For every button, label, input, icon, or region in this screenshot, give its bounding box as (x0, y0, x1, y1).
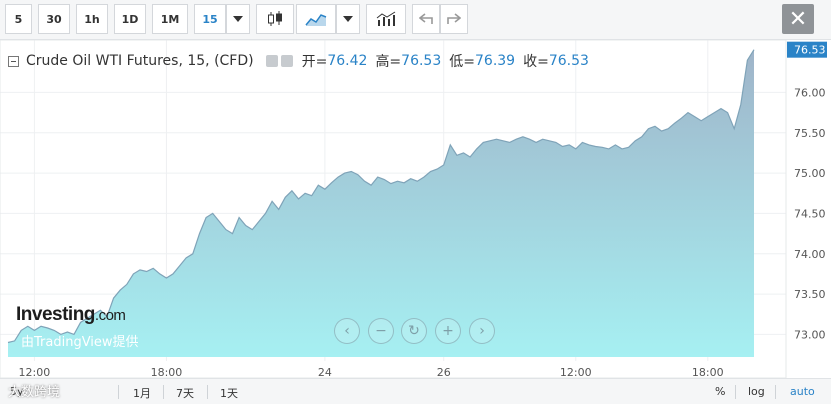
log-scale-button[interactable]: log (748, 385, 765, 398)
collapse-legend-button[interactable] (8, 55, 19, 67)
interval-1h-button[interactable]: 1h (76, 4, 108, 34)
scroll-right-button[interactable]: › (469, 318, 495, 344)
candles-style-button[interactable] (256, 4, 294, 34)
candlestick-icon (268, 11, 282, 26)
y-tick-label: 76.00 (794, 86, 826, 99)
undo-button[interactable] (412, 4, 440, 34)
redo-button[interactable] (440, 4, 468, 34)
reset-chart-button[interactable]: ↻ (401, 318, 427, 344)
chart-toolbar: 5 30 1h 1D 1M 15 ✕ (0, 0, 831, 40)
undo-icon (419, 13, 433, 24)
chevron-down-icon (343, 16, 353, 22)
x-tick-label: 26 (437, 366, 451, 378)
y-tick-label: 74.00 (794, 248, 826, 261)
interval-dropdown-button[interactable] (226, 4, 250, 34)
logo-suffix-text: .com (94, 307, 126, 324)
interval-15-button[interactable]: 15 (194, 4, 226, 34)
close-label: 收= (523, 54, 549, 70)
style-dropdown-button[interactable] (336, 4, 360, 34)
y-tick-label: 75.50 (794, 127, 826, 140)
provider-note: 由TradingView提供 (21, 335, 139, 350)
open-label: 开= (301, 54, 328, 70)
divider (775, 385, 776, 399)
series-legend: Crude Oil WTI Futures, 15, (CFD) 开= 76.42… (8, 51, 589, 71)
x-tick-label: 12:00 (560, 366, 592, 378)
x-axis: 12:00 18:00 24 26 12:00 18:00 (19, 366, 724, 378)
zoom-out-button[interactable]: − (368, 318, 394, 344)
last-price-label: 76.53 (794, 44, 826, 57)
high-value: 76.53 (401, 53, 442, 69)
divider (118, 385, 119, 399)
bottom-bar: 5y 1月 7天 1天 % log auto (0, 378, 831, 404)
y-axis: 73.00 73.50 74.00 74.50 75.00 75.50 76.00 76.53 (787, 41, 827, 341)
logo-main-text: Investing (16, 304, 95, 325)
range-7-days-button[interactable]: 7天 (176, 385, 194, 401)
gear-icon[interactable] (280, 55, 293, 67)
y-tick-label: 74.50 (794, 207, 826, 220)
x-tick-label: 12:00 (19, 366, 51, 378)
high-label: 高= (375, 54, 402, 70)
divider (163, 385, 164, 399)
low-value: 76.39 (475, 53, 516, 69)
scroll-left-button[interactable]: ‹ (334, 318, 360, 344)
interval-1m-button[interactable]: 1M (152, 4, 188, 34)
investing-logo: Investing.com (16, 304, 126, 326)
y-tick-label: 75.00 (794, 167, 826, 180)
divider (735, 385, 736, 399)
range-1-month-button[interactable]: 1月 (133, 385, 151, 401)
redo-icon (447, 13, 461, 24)
area-chart-icon (305, 14, 327, 26)
zoom-in-button[interactable]: + (435, 318, 461, 344)
close-value: 76.53 (548, 53, 589, 69)
watermark-text: 大数跨境 (8, 385, 61, 400)
interval-1d-button[interactable]: 1D (114, 4, 146, 34)
indicators-icon (376, 11, 396, 26)
percent-scale-button[interactable]: % (715, 385, 725, 398)
y-tick-label: 73.00 (794, 328, 826, 341)
interval-5-button[interactable]: 5 (5, 4, 32, 34)
open-value: 76.42 (327, 53, 368, 69)
x-tick-label: 18:00 (692, 366, 724, 378)
legend-settings-icons[interactable] (265, 55, 296, 67)
series-title: Crude Oil WTI Futures, 15, (CFD) (26, 53, 254, 69)
y-tick-label: 73.50 (794, 288, 826, 301)
divider (207, 385, 208, 399)
area-style-button[interactable] (296, 4, 336, 34)
close-button[interactable]: ✕ (782, 4, 814, 34)
auto-scale-button[interactable]: auto (790, 385, 815, 398)
interval-30-button[interactable]: 30 (38, 4, 70, 34)
range-1-day-button[interactable]: 1天 (220, 385, 238, 401)
low-label: 低= (449, 54, 475, 70)
eye-icon[interactable] (265, 55, 278, 67)
chevron-down-icon (233, 16, 243, 22)
x-tick-label: 18:00 (151, 366, 183, 378)
indicators-button[interactable] (366, 4, 406, 34)
x-tick-label: 24 (318, 366, 332, 378)
